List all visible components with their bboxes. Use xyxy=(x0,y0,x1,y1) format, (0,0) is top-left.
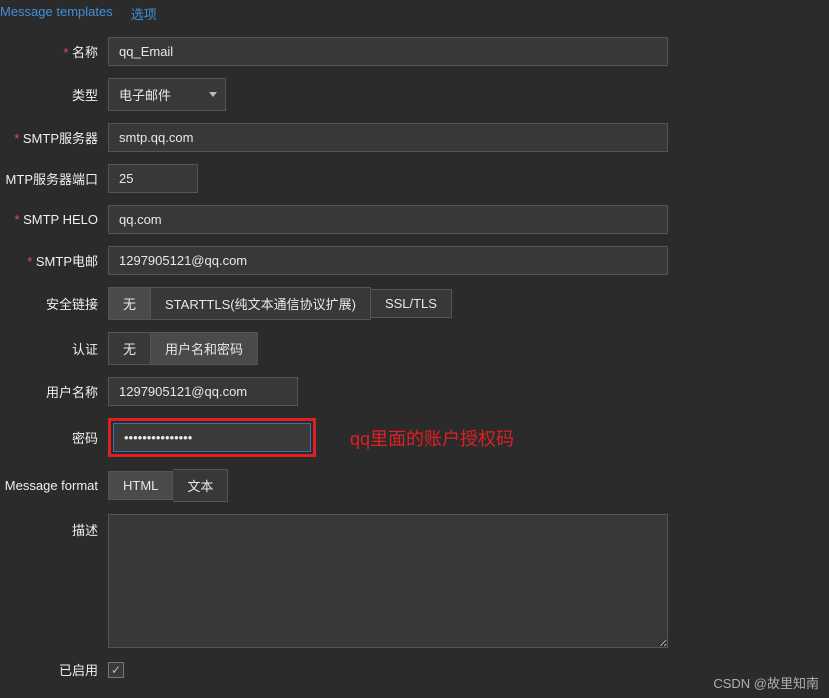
name-input[interactable] xyxy=(108,37,668,66)
conn-security-ssl-button[interactable]: SSL/TLS xyxy=(371,289,452,318)
label-username: 用户名称 xyxy=(0,382,108,401)
tab-message-templates[interactable]: Message templates xyxy=(0,4,113,23)
smtp-server-input[interactable] xyxy=(108,123,668,152)
chevron-down-icon xyxy=(209,92,217,97)
username-input[interactable] xyxy=(108,377,298,406)
label-conn-security: 安全链接 xyxy=(0,294,108,313)
message-format-text-button[interactable]: 文本 xyxy=(173,469,228,502)
smtp-helo-input[interactable] xyxy=(108,205,668,234)
password-input[interactable] xyxy=(113,423,311,452)
label-password: 密码 xyxy=(0,428,108,447)
description-textarea[interactable] xyxy=(108,514,668,648)
label-auth: 认证 xyxy=(0,339,108,358)
type-select-value: 电子邮件 xyxy=(119,85,171,104)
label-description: 描述 xyxy=(0,514,108,539)
media-type-form: 名称 类型 电子邮件 SMTP服务器 MTP服务器端口 SMTP HELO xyxy=(0,31,829,679)
password-highlight-box xyxy=(108,418,316,457)
label-type: 类型 xyxy=(0,85,108,104)
message-format-html-button[interactable]: HTML xyxy=(108,471,173,500)
label-enabled: 已启用 xyxy=(0,660,108,679)
type-select[interactable]: 电子邮件 xyxy=(108,78,226,111)
smtp-port-input[interactable] xyxy=(108,164,198,193)
auth-none-button[interactable]: 无 xyxy=(108,332,151,365)
auth-userpass-button[interactable]: 用户名和密码 xyxy=(151,332,258,365)
watermark: CSDN @故里知南 xyxy=(713,673,819,692)
label-smtp-port: MTP服务器端口 xyxy=(0,169,108,188)
label-message-format: Message format xyxy=(0,478,108,493)
enabled-checkbox[interactable] xyxy=(108,662,124,678)
smtp-email-input[interactable] xyxy=(108,246,668,275)
label-name: 名称 xyxy=(0,42,108,61)
label-smtp-helo: SMTP HELO xyxy=(0,212,108,227)
label-smtp-email: SMTP电邮 xyxy=(0,251,108,270)
label-smtp-server: SMTP服务器 xyxy=(0,128,108,147)
conn-security-starttls-button[interactable]: STARTTLS(纯文本通信协议扩展) xyxy=(151,287,371,320)
password-annotation: qq里面的账户授权码 xyxy=(350,425,514,451)
tab-options[interactable]: 选项 xyxy=(131,4,157,23)
conn-security-none-button[interactable]: 无 xyxy=(108,287,151,320)
